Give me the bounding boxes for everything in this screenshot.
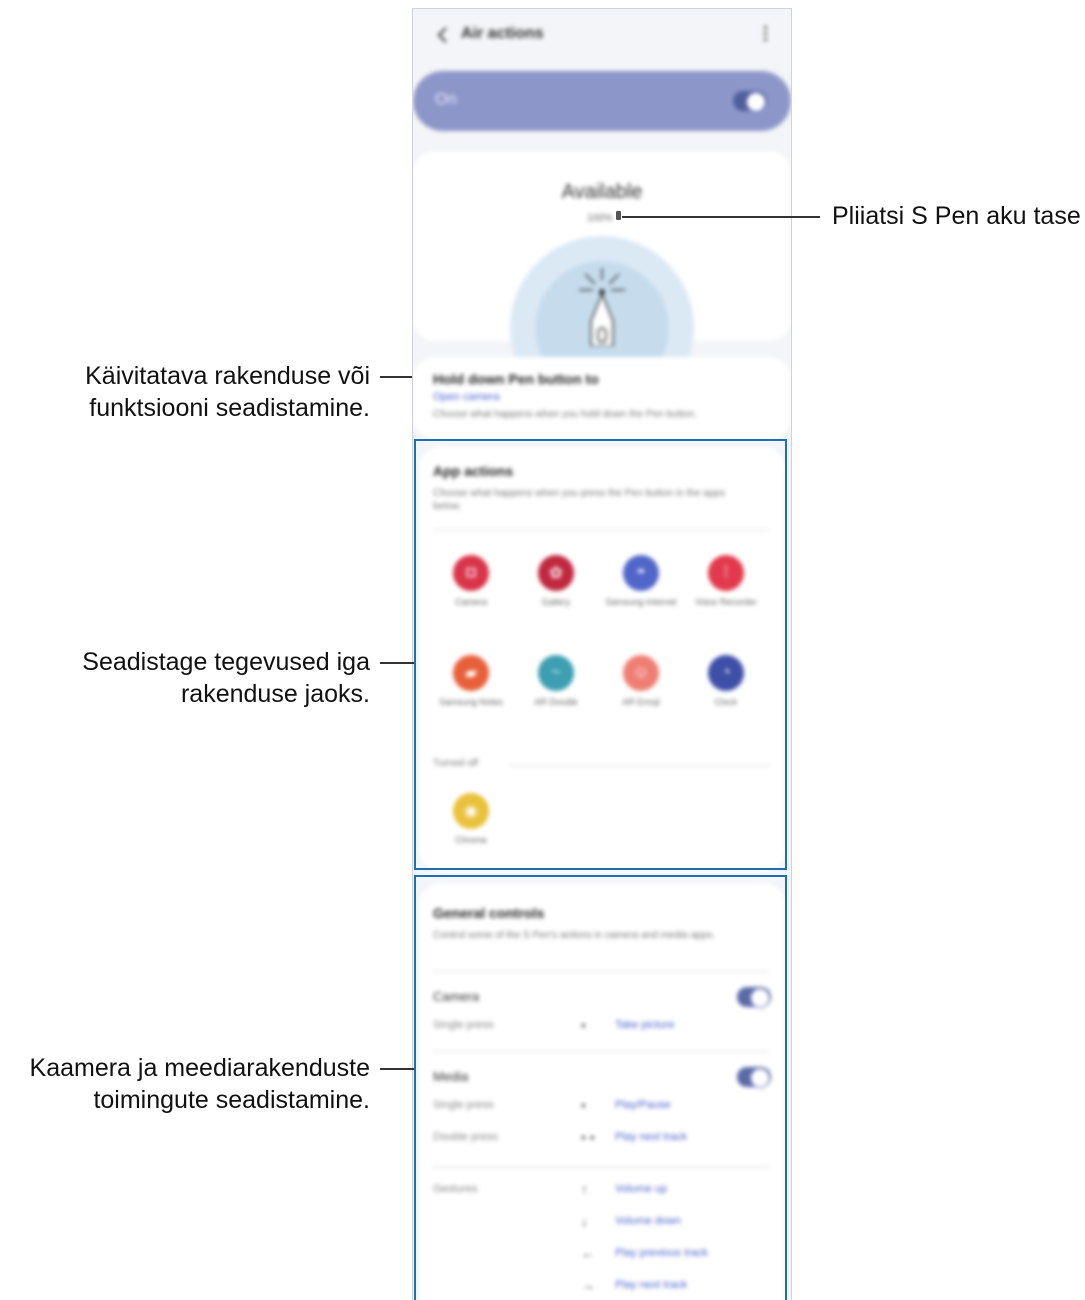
hold-description: Choose what happens when you hold down t… [433, 409, 698, 420]
more-icon-dot [763, 26, 767, 29]
hold-leader-line [380, 376, 412, 378]
media-leader-line [380, 1068, 414, 1070]
app-leader-line [380, 662, 414, 664]
media-callout-line2: toimingute seadistamine. [93, 1086, 370, 1114]
battery-leader-line [622, 216, 820, 218]
more-icon-dot [763, 32, 767, 35]
chevron-left-icon [437, 27, 447, 43]
media-callout-line1: Kaamera ja meediarakenduste [29, 1054, 370, 1082]
app-actions-highlight [414, 439, 787, 870]
hold-button-card[interactable]: Hold down Pen button to Open camera Choo… [413, 357, 791, 439]
page-title: Air actions [461, 25, 544, 42]
top-app-bar: Air actions [413, 9, 791, 63]
pen-status-card: Available 100% [413, 151, 791, 420]
hold-callout-line1: Käivitatava rakenduse või [85, 362, 370, 390]
pen-status-text: Available [561, 181, 643, 203]
general-controls-highlight [414, 875, 787, 1300]
back-button[interactable] [431, 23, 455, 47]
battery-callout: Pliiatsi S Pen aku tase [832, 202, 1081, 230]
master-switch-label: On [435, 91, 457, 108]
master-switch-bar[interactable]: On [413, 71, 791, 131]
more-options-button[interactable] [755, 23, 775, 47]
s-pen-icon [579, 268, 625, 346]
hold-title: Hold down Pen button to [433, 371, 599, 387]
hold-value: Open camera [433, 391, 500, 403]
app-callout-line2: rakenduse jaoks. [180, 680, 370, 708]
more-icon-dot [763, 38, 767, 41]
battery-icon [616, 211, 621, 220]
master-toggle[interactable] [733, 91, 767, 112]
pen-battery-value: 100% [587, 213, 613, 224]
hold-callout-line2: funktsiooni seadistamine. [89, 394, 370, 422]
app-callout-line1: Seadistage tegevused iga [82, 648, 370, 676]
